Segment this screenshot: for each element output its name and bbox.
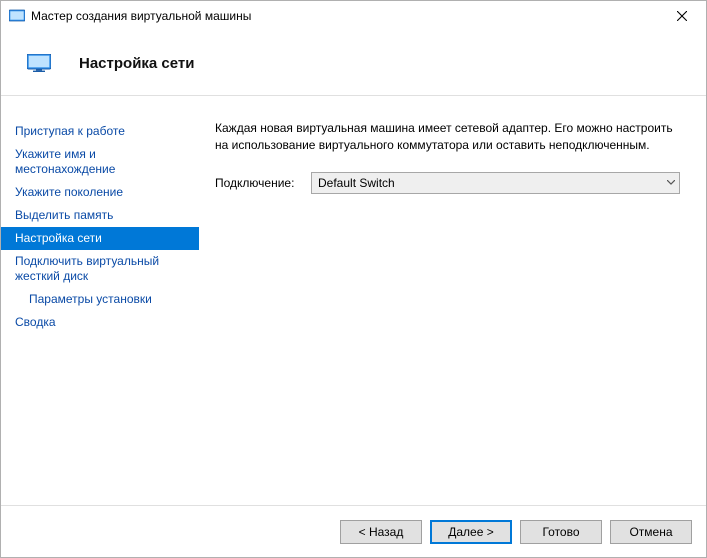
page-title: Настройка сети bbox=[79, 55, 194, 72]
monitor-icon bbox=[27, 54, 51, 72]
sidebar-step-1[interactable]: Укажите имя и местонахождение bbox=[1, 143, 199, 181]
connection-value: Default Switch bbox=[318, 176, 395, 190]
sidebar-step-3[interactable]: Выделить память bbox=[1, 204, 199, 227]
wizard-header: Настройка сети bbox=[1, 31, 706, 96]
wizard-body: Приступая к работеУкажите имя и местонах… bbox=[1, 96, 706, 505]
finish-button[interactable]: Готово bbox=[520, 520, 602, 544]
sidebar-step-6[interactable]: Параметры установки bbox=[1, 288, 199, 311]
cancel-button[interactable]: Отмена bbox=[610, 520, 692, 544]
close-icon bbox=[677, 11, 687, 21]
next-button[interactable]: Далее > bbox=[430, 520, 512, 544]
close-button[interactable] bbox=[659, 2, 704, 31]
sidebar-step-2[interactable]: Укажите поколение bbox=[1, 181, 199, 204]
connection-row: Подключение: Default Switch bbox=[215, 172, 680, 194]
chevron-down-icon bbox=[667, 177, 675, 188]
back-button[interactable]: < Назад bbox=[340, 520, 422, 544]
wizard-footer: < Назад Далее > Готово Отмена bbox=[1, 505, 706, 557]
sidebar-step-7[interactable]: Сводка bbox=[1, 311, 199, 334]
wizard-steps-sidebar: Приступая к работеУкажите имя и местонах… bbox=[1, 96, 199, 505]
window-title: Мастер создания виртуальной машины bbox=[31, 9, 659, 23]
app-icon bbox=[9, 8, 25, 24]
titlebar: Мастер создания виртуальной машины bbox=[1, 1, 706, 31]
content-description: Каждая новая виртуальная машина имеет се… bbox=[215, 120, 680, 154]
connection-label: Подключение: bbox=[215, 176, 305, 190]
wizard-content: Каждая новая виртуальная машина имеет се… bbox=[199, 96, 706, 505]
sidebar-step-0[interactable]: Приступая к работе bbox=[1, 120, 199, 143]
wizard-window: Мастер создания виртуальной машины Настр… bbox=[0, 0, 707, 558]
connection-select[interactable]: Default Switch bbox=[311, 172, 680, 194]
sidebar-step-4[interactable]: Настройка сети bbox=[1, 227, 199, 250]
sidebar-step-5[interactable]: Подключить виртуальный жесткий диск bbox=[1, 250, 199, 288]
